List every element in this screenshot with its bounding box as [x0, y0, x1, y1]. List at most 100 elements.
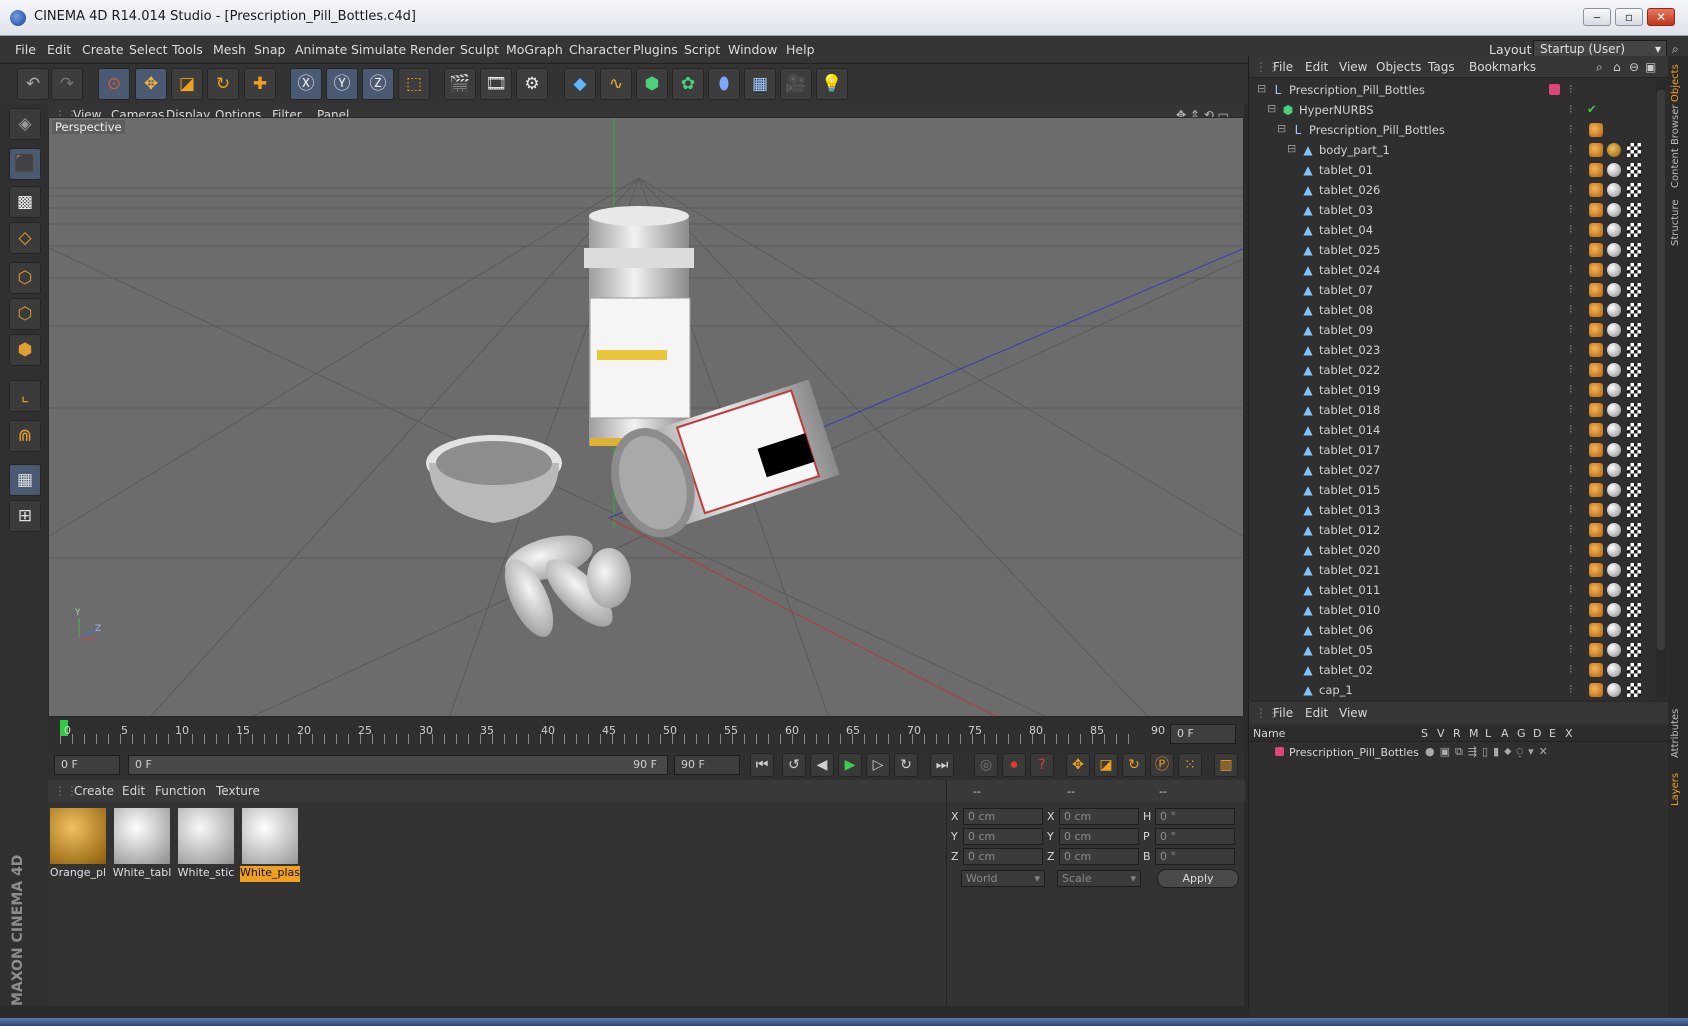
object-row[interactable]: ▲ tablet_03 ⁝	[1249, 200, 1649, 220]
material-tag-icon[interactable]	[1607, 643, 1621, 657]
material-tag-icon[interactable]	[1607, 203, 1621, 217]
visibility-dots-icon[interactable]: ⁝	[1569, 362, 1573, 376]
texture-tag-icon[interactable]	[1627, 283, 1641, 297]
key-scale-icon[interactable]: ◪	[1094, 753, 1118, 777]
phong-tag-icon[interactable]	[1589, 263, 1603, 277]
make-editable-icon[interactable]: ◈	[9, 108, 41, 140]
object-menu-objects[interactable]: Objects	[1376, 60, 1421, 74]
menu-edit[interactable]: Edit	[47, 42, 71, 57]
grid-snap-icon[interactable]: ⊞	[9, 500, 41, 532]
menu-simulate[interactable]: Simulate	[351, 42, 406, 57]
live-selection-icon[interactable]: ⊙	[98, 68, 130, 100]
texture-tag-icon[interactable]	[1627, 563, 1641, 577]
menu-mesh[interactable]: Mesh	[213, 42, 246, 57]
add-object-icon[interactable]: ✚	[244, 68, 276, 100]
phong-tag-icon[interactable]	[1589, 383, 1603, 397]
visibility-dots-icon[interactable]: ⁝	[1569, 642, 1573, 656]
x-axis-lock-icon[interactable]: Ⓧ	[290, 68, 322, 100]
phong-tag-icon[interactable]	[1589, 463, 1603, 477]
object-row[interactable]: ▲ tablet_017 ⁝	[1249, 440, 1649, 460]
autokeying-icon[interactable]: ⏺	[1002, 753, 1026, 777]
object-name[interactable]: tablet_03	[1319, 203, 1373, 217]
size-y-field[interactable]: 0 cm	[1059, 828, 1139, 845]
object-name[interactable]: cap_1	[1319, 683, 1353, 697]
key-rotation-icon[interactable]: ↻	[1122, 753, 1146, 777]
object-name[interactable]: tablet_013	[1319, 503, 1380, 517]
menu-plugins[interactable]: Plugins	[633, 42, 678, 57]
phong-tag-icon[interactable]	[1589, 423, 1603, 437]
menu-window[interactable]: Window	[728, 42, 777, 57]
rotation-p-field[interactable]: 0 °	[1155, 828, 1235, 845]
object-row[interactable]: ⊟ L Prescription_Pill_Bottles ⁝	[1249, 120, 1649, 140]
object-row[interactable]: ▲ tablet_021 ⁝	[1249, 560, 1649, 580]
visibility-dots-icon[interactable]: ⁝	[1569, 222, 1573, 236]
object-row[interactable]: ▲ tablet_08 ⁝	[1249, 300, 1649, 320]
start-frame-field[interactable]: 0 F	[54, 755, 120, 775]
cube-primitive-icon[interactable]: ◆	[564, 68, 596, 100]
layer-row[interactable]: Prescription_Pill_Bottles ●▣⧉⇶▯▮⬥⍜▾✕	[1249, 744, 1669, 762]
layer-menu-edit[interactable]: Edit	[1305, 706, 1328, 720]
close-button[interactable]: ✕	[1647, 8, 1675, 26]
material-tag-icon[interactable]	[1607, 623, 1621, 637]
material-tag-icon[interactable]	[1607, 523, 1621, 537]
material-menu-create[interactable]: Create	[74, 784, 114, 798]
object-name[interactable]: tablet_022	[1319, 363, 1380, 377]
position-x-field[interactable]: 0 cm	[963, 808, 1043, 825]
object-row[interactable]: ▲ tablet_01 ⁝	[1249, 160, 1649, 180]
visibility-dots-icon[interactable]: ⁝	[1569, 382, 1573, 396]
object-row[interactable]: ▲ tablet_013 ⁝	[1249, 500, 1649, 520]
visibility-dots-icon[interactable]: ⁝	[1569, 562, 1573, 576]
polygons-mode-icon[interactable]: ⬢	[9, 334, 41, 366]
phong-tag-icon[interactable]	[1589, 363, 1603, 377]
frame-range-slider[interactable]: 0 F 90 F	[128, 755, 668, 775]
texture-tag-icon[interactable]	[1627, 603, 1641, 617]
position-y-field[interactable]: 0 cm	[963, 828, 1043, 845]
floor-scene-icon[interactable]: ▦	[744, 68, 776, 100]
object-row[interactable]: ▲ tablet_020 ⁝	[1249, 540, 1649, 560]
material-tag-icon[interactable]	[1607, 163, 1621, 177]
object-name[interactable]: Prescription_Pill_Bottles	[1289, 83, 1425, 97]
material-tag-icon[interactable]	[1607, 323, 1621, 337]
object-name[interactable]: tablet_09	[1319, 323, 1373, 337]
object-name[interactable]: tablet_019	[1319, 383, 1380, 397]
texture-tag-icon[interactable]	[1627, 523, 1641, 537]
phong-tag-icon[interactable]	[1589, 583, 1603, 597]
play-forward-icon[interactable]: ▶	[838, 753, 862, 777]
menu-create[interactable]: Create	[82, 42, 124, 57]
menu-snap[interactable]: Snap	[254, 42, 285, 57]
material-menu-edit[interactable]: Edit	[122, 784, 145, 798]
points-mode-icon[interactable]: ⬡	[9, 262, 41, 294]
size-z-field[interactable]: 0 cm	[1059, 848, 1139, 865]
object-tree-scrollbar[interactable]	[1655, 80, 1667, 698]
object-name[interactable]: tablet_06	[1319, 623, 1373, 637]
visibility-dots-icon[interactable]: ⁝	[1569, 662, 1573, 676]
collapse-icon[interactable]: ⊖	[1629, 60, 1639, 74]
texture-tag-icon[interactable]	[1627, 623, 1641, 637]
layer-flag-icons[interactable]: ●▣⧉⇶▯▮⬥⍜▾✕	[1425, 745, 1553, 759]
menu-sculpt[interactable]: Sculpt	[460, 42, 499, 57]
visibility-dots-icon[interactable]: ⁝	[1569, 422, 1573, 436]
menu-animate[interactable]: Animate	[295, 42, 347, 57]
axis-mode-icon[interactable]: ⌞	[9, 380, 41, 412]
enabled-check-icon[interactable]: ✔	[1587, 102, 1597, 116]
phong-tag-icon[interactable]	[1589, 243, 1603, 257]
visibility-dots-icon[interactable]: ⁝	[1569, 282, 1573, 296]
object-name[interactable]: tablet_04	[1319, 223, 1373, 237]
object-name[interactable]: tablet_026	[1319, 183, 1380, 197]
record-keys-icon[interactable]: ◎	[974, 753, 998, 777]
phong-tag-icon[interactable]	[1589, 643, 1603, 657]
object-row[interactable]: ▲ tablet_014 ⁝	[1249, 420, 1649, 440]
tab-content-browser[interactable]: Content Browser	[1670, 105, 1686, 188]
visibility-dots-icon[interactable]: ⁝	[1569, 102, 1573, 116]
visibility-dots-icon[interactable]: ⁝	[1569, 342, 1573, 356]
visibility-dots-icon[interactable]: ⁝	[1569, 482, 1573, 496]
material-tag-icon[interactable]	[1607, 343, 1621, 357]
object-name[interactable]: tablet_05	[1319, 643, 1373, 657]
object-row[interactable]: ▲ tablet_027 ⁝	[1249, 460, 1649, 480]
timeline-ruler[interactable]: 0 5 10 15 20 25 30 35 40 45 50 55 60 65 …	[48, 718, 1244, 750]
object-name[interactable]: tablet_08	[1319, 303, 1373, 317]
phong-tag-icon[interactable]	[1589, 443, 1603, 457]
material-tag-icon[interactable]	[1607, 483, 1621, 497]
go-to-end-icon[interactable]: ⏭	[930, 753, 954, 777]
visibility-dots-icon[interactable]: ⁝	[1569, 442, 1573, 456]
